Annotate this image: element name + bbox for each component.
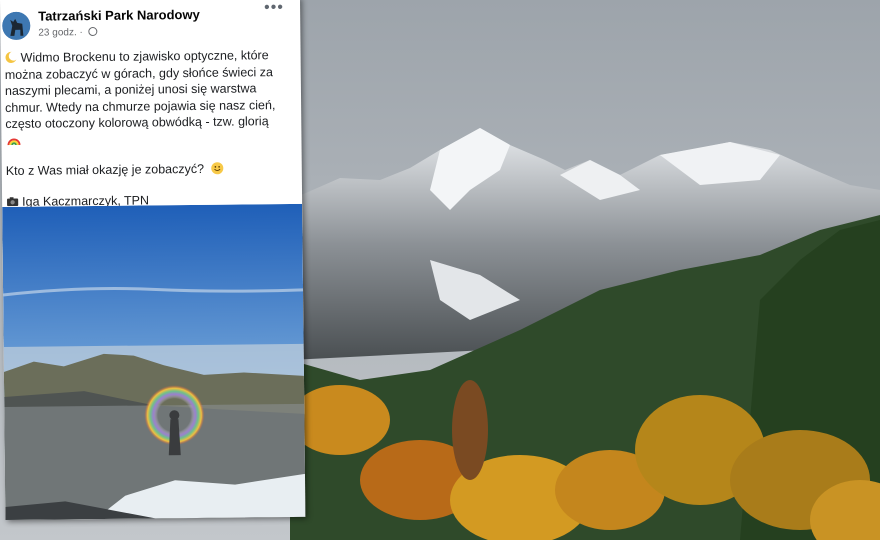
post-paragraph-2-text: Kto z Was miał okazję je zobaczyć? [5, 161, 205, 178]
post-paragraph-1: Widmo Brockenu to zjawisko optyczne, któ… [5, 47, 282, 149]
globe-icon [88, 26, 98, 37]
post-text: Widmo Brockenu to zjawisko optyczne, któ… [5, 47, 283, 210]
page-avatar[interactable] [2, 11, 31, 40]
chamois-logo-icon [2, 11, 31, 40]
rainbow-icon [7, 138, 21, 145]
moon-icon [5, 51, 18, 63]
page-name-link[interactable]: Tatrzański Park Narodowy [38, 7, 200, 24]
camera-icon [7, 196, 19, 206]
brocken-spectre-photo[interactable] [2, 203, 306, 520]
facebook-post-card: Tatrzański Park Narodowy 23 godz. · ••• … [0, 0, 306, 520]
meta-separator: · [79, 27, 86, 39]
more-dots-icon[interactable]: ••• [264, 0, 284, 17]
post-paragraph-1-text: Widmo Brockenu to zjawisko optyczne, któ… [4, 48, 276, 131]
post-time[interactable]: 23 godz. [38, 27, 76, 38]
smile-icon [210, 162, 224, 175]
post-meta: 23 godz. · [38, 26, 98, 39]
post-header: Tatrzański Park Narodowy 23 godz. · ••• [0, 0, 300, 46]
